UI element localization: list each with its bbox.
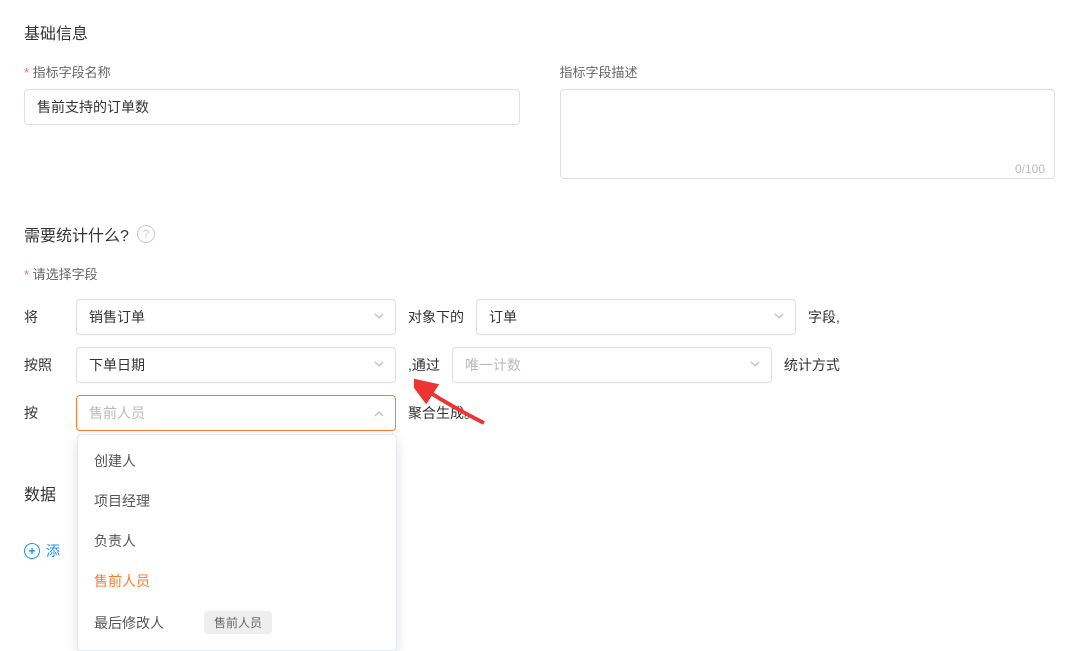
field-desc-label: 指标字段描述 — [560, 62, 1056, 81]
dropdown-option[interactable]: 项目经理 — [78, 481, 396, 521]
dropdown-option-selected[interactable]: 售前人员 — [78, 561, 396, 601]
chevron-down-icon — [749, 357, 761, 373]
basic-info-title: 基础信息 — [24, 20, 1055, 44]
field-name-input[interactable] — [24, 89, 520, 125]
date-field-select[interactable]: 下单日期 — [76, 347, 396, 383]
stats-title: 需要统计什么? ? — [24, 222, 1055, 246]
add-condition-link[interactable]: + 添 — [24, 541, 60, 561]
basic-info-section: 基础信息 指标字段名称 指标字段描述 0/100 — [24, 20, 1055, 182]
chevron-down-icon — [373, 357, 385, 373]
stat-row-1: 将 销售订单 对象下的 订单 字段, — [24, 299, 1055, 335]
option-badge: 售前人员 — [204, 611, 272, 634]
char-count: 0/100 — [1015, 162, 1045, 176]
stat-row-2: 按照 下单日期 ,通过 唯一计数 统计方式 — [24, 347, 1055, 383]
aggregation-select[interactable]: 唯一计数 — [452, 347, 772, 383]
stats-section: 需要统计什么? ? 请选择字段 将 销售订单 对象下的 订单 字段, — [24, 222, 1055, 431]
field-name-label: 指标字段名称 — [24, 62, 520, 81]
dropdown-option[interactable]: 负责人 — [78, 521, 396, 561]
plus-icon: + — [24, 543, 40, 559]
field-select[interactable]: 订单 — [476, 299, 796, 335]
chevron-up-icon — [373, 405, 385, 421]
object-select[interactable]: 销售订单 — [76, 299, 396, 335]
help-icon[interactable]: ? — [137, 225, 155, 243]
group-by-select[interactable]: 售前人员 创建人 项目经理 负责人 售前人员 最后修改人 售前人员 — [76, 395, 396, 431]
group-by-dropdown: 创建人 项目经理 负责人 售前人员 最后修改人 售前人员 — [77, 434, 397, 651]
dropdown-option[interactable]: 创建人 — [78, 441, 396, 481]
dropdown-option[interactable]: 最后修改人 售前人员 — [78, 601, 396, 644]
field-desc-textarea[interactable] — [560, 89, 1056, 179]
select-field-label: 请选择字段 — [24, 264, 1055, 283]
chevron-down-icon — [373, 309, 385, 325]
chevron-down-icon — [773, 309, 785, 325]
stat-row-3: 按 售前人员 创建人 项目经理 负责人 售前人员 最后修改人 售前人员 聚合生 — [24, 395, 1055, 431]
